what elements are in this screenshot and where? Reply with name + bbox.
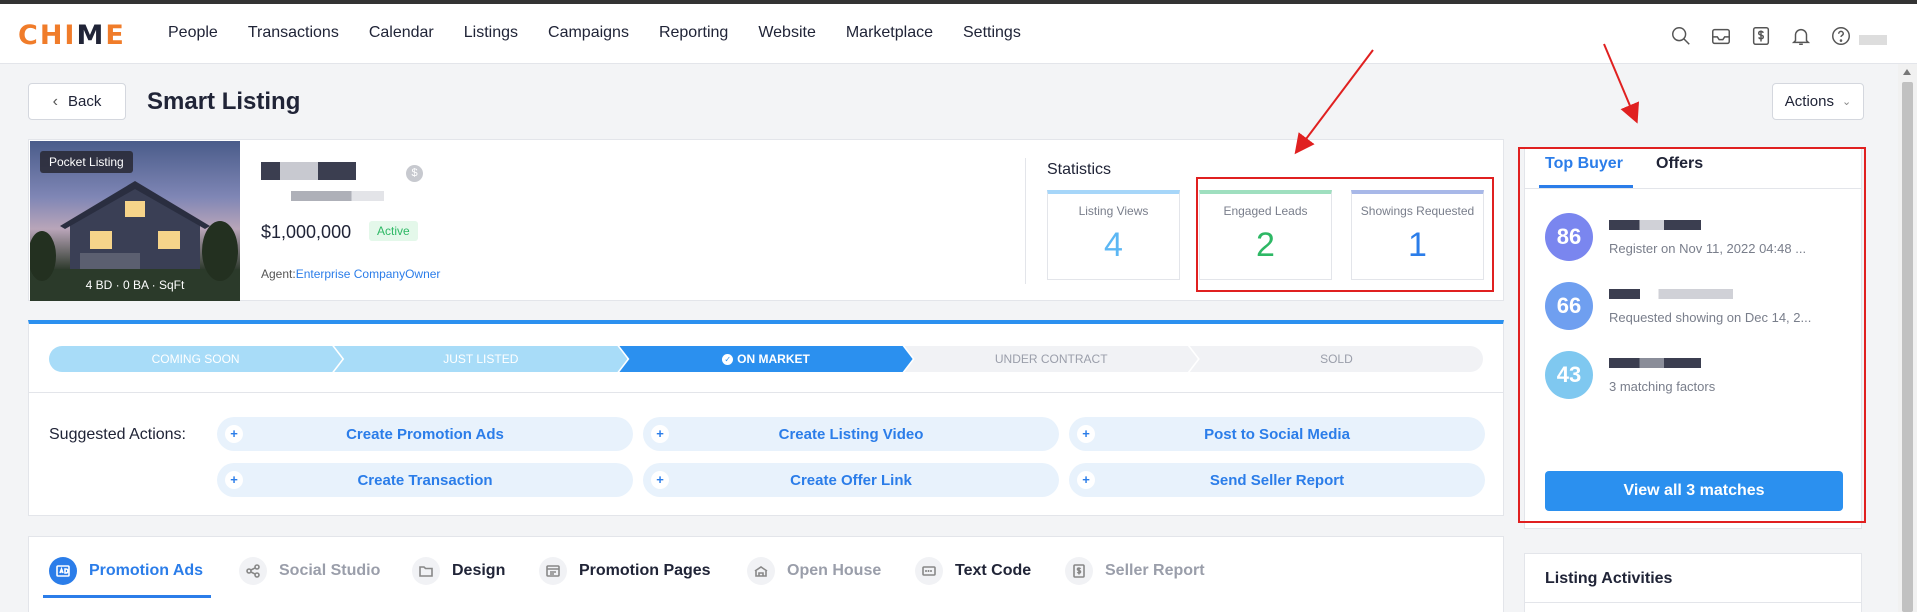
agent-link[interactable]: Enterprise CompanyOwner	[296, 267, 441, 281]
listing-activities-title: Listing Activities	[1545, 570, 1673, 587]
page-icon	[539, 557, 567, 585]
create-offer-link-button[interactable]: + Create Offer Link	[643, 463, 1059, 497]
divider	[1525, 602, 1861, 603]
listing-progress-card: COMING SOON JUST LISTED ✓ ON MARKET UNDER…	[28, 320, 1504, 516]
nav-website[interactable]: Website	[758, 24, 816, 42]
address-redacted	[261, 162, 356, 180]
tab-seller-report[interactable]: Seller Report	[1065, 557, 1205, 585]
agent-info: Agent:Enterprise CompanyOwner	[261, 267, 441, 281]
open-house-icon	[747, 557, 775, 585]
send-seller-report-button[interactable]: + Send Seller Report	[1069, 463, 1485, 497]
pocket-listing-badge: Pocket Listing	[40, 151, 133, 173]
share-icon	[239, 557, 267, 585]
annotation-highlight-box	[1196, 177, 1494, 292]
create-promotion-ads-button[interactable]: + Create Promotion Ads	[217, 417, 633, 451]
stage-sold[interactable]: SOLD	[1189, 346, 1484, 372]
plus-icon: +	[1077, 471, 1095, 489]
annotation-highlight-box	[1518, 147, 1866, 523]
annotation-arrow-left	[1294, 49, 1374, 155]
listing-photo[interactable]: Pocket Listing 4 BD · 0 BA · SqFt	[30, 141, 240, 301]
nav-listings[interactable]: Listings	[464, 24, 518, 42]
scrollbar-thumb[interactable]	[1902, 82, 1913, 612]
plus-icon: +	[225, 425, 243, 443]
post-to-social-media-button[interactable]: + Post to Social Media	[1069, 417, 1485, 451]
plus-icon: +	[651, 425, 669, 443]
listing-activities-card: Listing Activities	[1524, 553, 1862, 612]
divider	[29, 392, 1503, 393]
nav-calendar[interactable]: Calendar	[369, 24, 434, 42]
check-circle-icon: ✓	[722, 354, 733, 365]
bell-icon[interactable]	[1789, 24, 1813, 48]
stage-coming-soon[interactable]: COMING SOON	[49, 346, 342, 372]
search-icon[interactable]	[1669, 24, 1693, 48]
nav-people[interactable]: People	[168, 24, 218, 42]
top-nav: CHIME People Transactions Calendar Listi…	[0, 0, 1917, 64]
nav-reporting[interactable]: Reporting	[659, 24, 728, 42]
plus-icon: +	[651, 471, 669, 489]
dollar-icon[interactable]	[1749, 24, 1773, 48]
photo-stats: 4 BD · 0 BA · SqFt	[85, 278, 185, 292]
stage-on-market[interactable]: ✓ ON MARKET	[619, 346, 912, 372]
actions-dropdown[interactable]: Actions ⌄	[1772, 83, 1864, 120]
divider	[1025, 158, 1026, 284]
folder-icon	[412, 557, 440, 585]
stage-progress-bar: COMING SOON JUST LISTED ✓ ON MARKET UNDER…	[49, 346, 1484, 372]
active-tab-indicator	[43, 595, 211, 598]
nav-marketplace[interactable]: Marketplace	[846, 24, 933, 42]
create-transaction-button[interactable]: + Create Transaction	[217, 463, 633, 497]
scroll-up-arrow-icon[interactable]	[1903, 69, 1911, 75]
inbox-icon[interactable]	[1709, 24, 1733, 48]
tab-social-studio[interactable]: Social Studio	[239, 557, 380, 585]
tab-promotion-ads[interactable]: Promotion Ads	[49, 557, 203, 585]
chevron-down-icon: ⌄	[1841, 96, 1852, 108]
marketing-tabs: Promotion Ads Social Studio Design Promo…	[28, 536, 1504, 612]
page-scrollbar[interactable]	[1898, 64, 1917, 612]
dollar-circle-icon: $	[406, 165, 423, 182]
report-icon	[1065, 557, 1093, 585]
tab-open-house[interactable]: Open House	[747, 557, 881, 585]
chevron-left-icon: ‹	[52, 92, 58, 110]
suggested-actions-label: Suggested Actions:	[49, 426, 186, 443]
back-button[interactable]: ‹ Back	[28, 83, 126, 120]
plus-icon: +	[1077, 425, 1095, 443]
status-badge: Active	[369, 221, 418, 241]
nav-settings[interactable]: Settings	[963, 24, 1021, 42]
stat-listing-views[interactable]: Listing Views 4	[1047, 190, 1180, 280]
create-listing-video-button[interactable]: + Create Listing Video	[643, 417, 1059, 451]
chime-logo[interactable]: CHIME	[18, 20, 126, 51]
page-title: Smart Listing	[147, 88, 301, 115]
tab-promotion-pages[interactable]: Promotion Pages	[539, 557, 711, 585]
nav-campaigns[interactable]: Campaigns	[548, 24, 629, 42]
nav-transactions[interactable]: Transactions	[248, 24, 339, 42]
stage-under-contract[interactable]: UNDER CONTRACT	[905, 346, 1198, 372]
avatar[interactable]	[1859, 35, 1887, 45]
city-redacted	[291, 191, 384, 201]
tab-text-code[interactable]: Text Code	[915, 557, 1031, 585]
stage-just-listed[interactable]: JUST LISTED	[334, 346, 627, 372]
listing-price: $1,000,000	[261, 222, 352, 242]
tab-design[interactable]: Design	[412, 557, 505, 585]
plus-icon: +	[225, 471, 243, 489]
statistics-title: Statistics	[1047, 161, 1112, 178]
ad-icon	[49, 557, 77, 585]
nav-icon-group	[1653, 24, 1887, 48]
nav-menu: People Transactions Calendar Listings Ca…	[168, 24, 1051, 42]
code-icon	[915, 557, 943, 585]
help-icon[interactable]	[1829, 24, 1853, 48]
